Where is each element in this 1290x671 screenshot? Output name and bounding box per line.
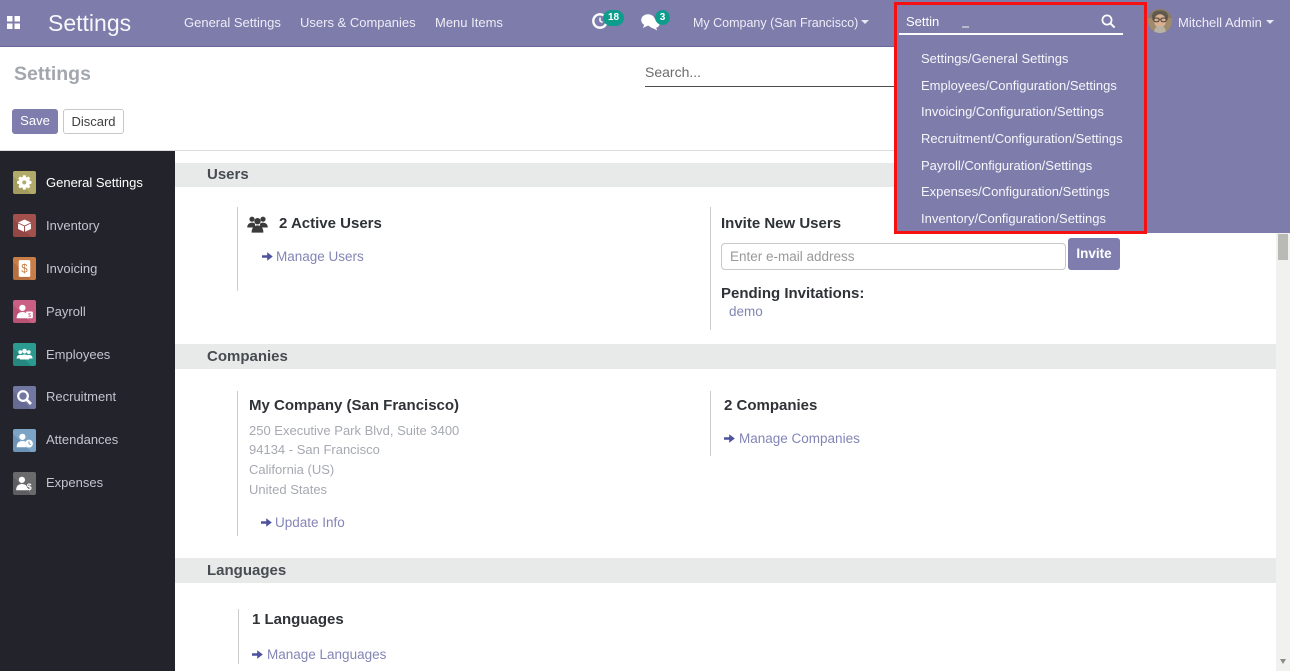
svg-text:$: $ <box>21 264 28 276</box>
svg-text:$: $ <box>27 482 32 492</box>
